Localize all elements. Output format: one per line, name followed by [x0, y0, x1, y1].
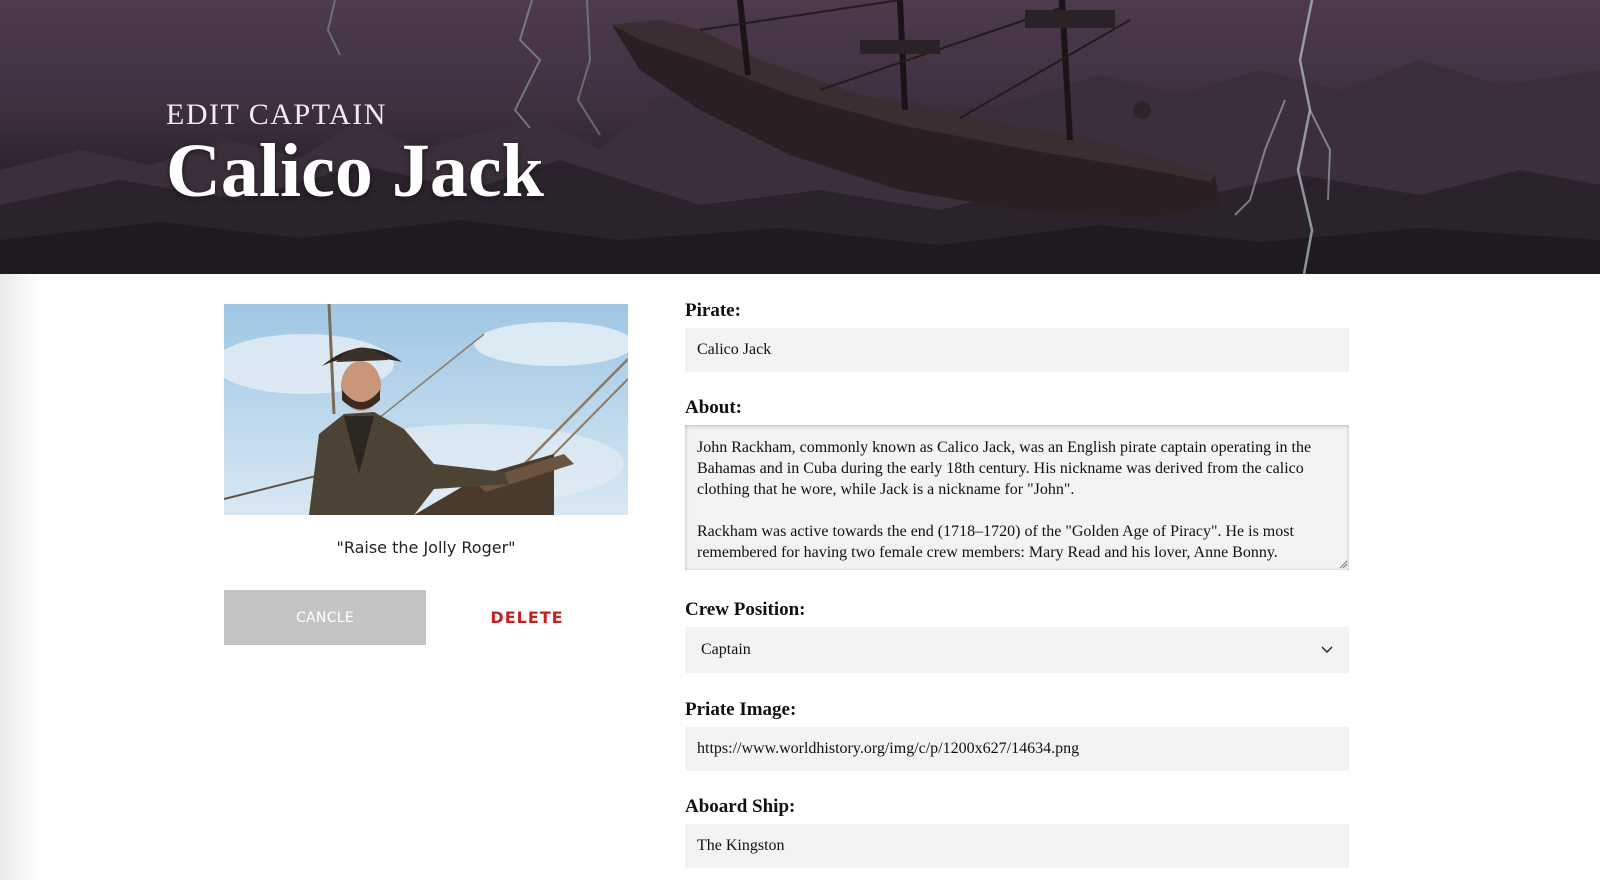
- page-title: Calico Jack: [166, 129, 544, 213]
- pirate-name-label: Pirate:: [685, 300, 741, 321]
- pirate-portrait-image: [224, 304, 628, 515]
- page-kicker: EDIT CAPTAIN: [166, 98, 387, 131]
- hero-heading: EDIT CAPTAIN Calico Jack: [166, 98, 544, 210]
- aboard-ship-label: Aboard Ship:: [685, 796, 796, 817]
- crew-position-label: Crew Position:: [685, 599, 806, 620]
- pirate-image-label: Priate Image:: [685, 699, 797, 720]
- pirate-image-url-value: https://www.worldhistory.org/img/c/p/120…: [697, 740, 1080, 757]
- about-label: About:: [685, 397, 743, 418]
- pirate-name-value: Calico Jack: [697, 341, 772, 358]
- cancel-button[interactable]: CANCLE: [224, 590, 426, 645]
- page-edge-shadow: [0, 274, 40, 880]
- about-textarea[interactable]: John Rackham, commonly known as Calico J…: [685, 425, 1349, 570]
- about-paragraph: Rackham was active towards the end (1718…: [697, 523, 1294, 561]
- crew-position-select[interactable]: Captain: [685, 627, 1349, 673]
- crew-position-value: Captain: [701, 641, 751, 658]
- aboard-ship-value: The Kingston: [697, 837, 785, 854]
- pirate-name-input[interactable]: Calico Jack: [685, 328, 1349, 372]
- resize-handle-icon[interactable]: [1338, 559, 1348, 569]
- chevron-down-icon: [1321, 646, 1333, 653]
- aboard-ship-input[interactable]: The Kingston: [685, 824, 1349, 868]
- delete-button[interactable]: DELETE: [426, 590, 628, 645]
- about-paragraph: John Rackham, commonly known as Calico J…: [697, 439, 1312, 498]
- pirate-motto: "Raise the Jolly Roger": [336, 538, 516, 557]
- hero-banner: EDIT CAPTAIN Calico Jack: [0, 0, 1600, 274]
- pirate-image-url-input[interactable]: https://www.worldhistory.org/img/c/p/120…: [685, 727, 1349, 771]
